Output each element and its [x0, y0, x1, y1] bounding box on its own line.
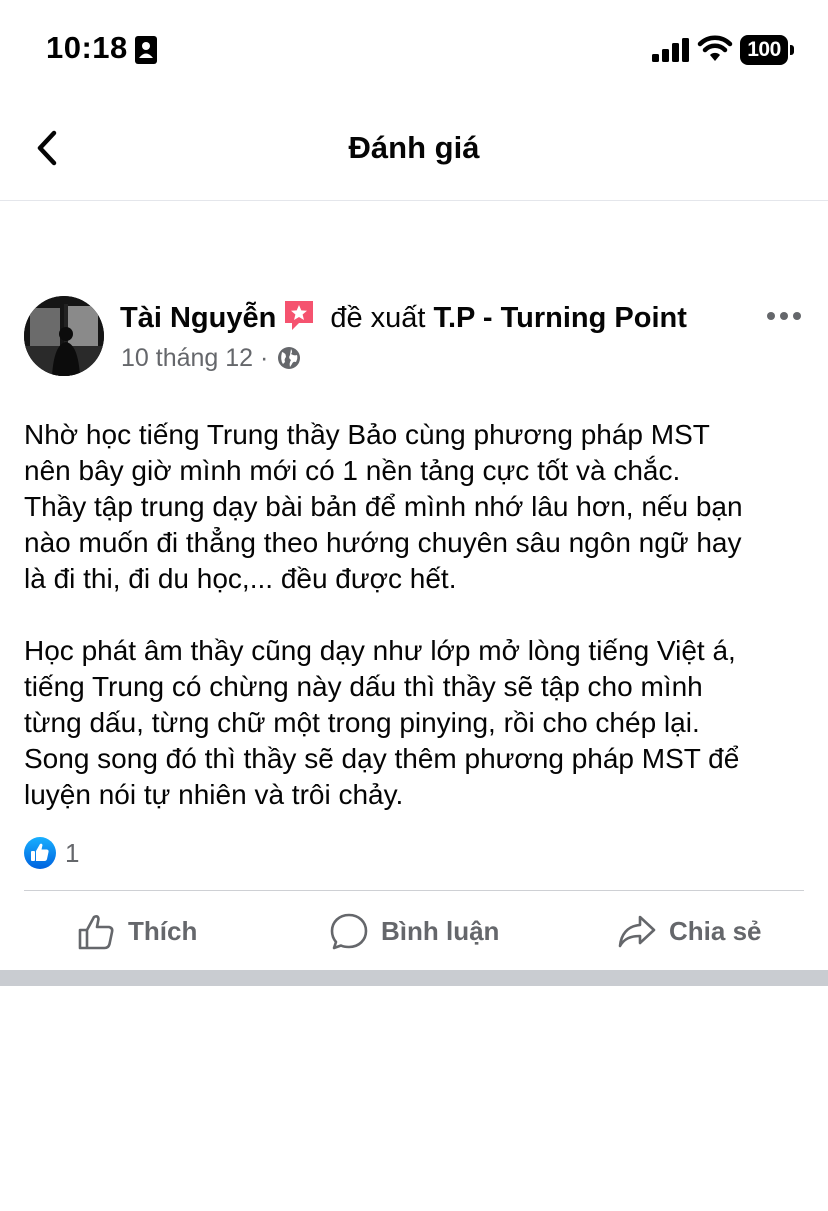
- battery-icon: 100: [740, 35, 796, 65]
- globe-icon: [278, 347, 301, 369]
- status-time: 10:18: [46, 30, 128, 65]
- post-paragraph: Học phát âm thầy cũng dạy như lớp mở lòn…: [24, 635, 740, 810]
- author-name[interactable]: Tài Nguyễn: [120, 302, 276, 334]
- avatar[interactable]: [24, 296, 104, 376]
- comment-button[interactable]: Bình luận: [329, 912, 509, 952]
- action-bar: Thích Bình luận Chia sẻ: [0, 892, 828, 970]
- like-label: Thích: [128, 916, 198, 946]
- comment-bubble-icon: [330, 913, 368, 950]
- signal-icon: [652, 38, 689, 62]
- share-button[interactable]: Chia sẻ: [617, 912, 777, 952]
- recommend-text: đề xuất: [330, 302, 426, 334]
- divider: [24, 890, 804, 891]
- post-meta: 10 tháng 12 ·: [121, 344, 301, 373]
- thumbs-up-icon: [78, 915, 114, 950]
- avatar-image: [24, 296, 104, 376]
- status-bar: 10:18 100: [0, 0, 828, 100]
- wifi-icon: [697, 35, 733, 61]
- comment-label: Bình luận: [381, 916, 500, 946]
- post-body: Nhờ học tiếng Trung thầy Bảo cùng phương…: [24, 417, 814, 813]
- battery-level: 100: [740, 35, 788, 65]
- post-paragraph: Nhờ học tiếng Trung thầy Bảo cùng phương…: [24, 419, 743, 594]
- page-title: Đánh giá: [348, 130, 480, 165]
- id-card-icon: [135, 36, 157, 64]
- section-separator: [0, 970, 828, 986]
- post-date[interactable]: 10 tháng 12: [121, 344, 253, 372]
- author-line: Tài Nguyễn đề xuất T.P - Turning Point: [120, 298, 687, 335]
- share-arrow-icon: [618, 915, 656, 948]
- share-label: Chia sẻ: [669, 916, 762, 946]
- more-horizontal-icon[interactable]: [766, 310, 802, 322]
- like-reaction-icon: [24, 837, 56, 869]
- like-button[interactable]: Thích: [76, 912, 216, 952]
- battery-cap: [790, 45, 794, 55]
- reaction-count: 1: [65, 838, 80, 868]
- meta-separator: ·: [260, 344, 269, 372]
- nav-header: Đánh giá: [0, 100, 828, 201]
- star-badge-icon: [285, 301, 314, 330]
- page-name[interactable]: T.P - Turning Point: [433, 302, 686, 334]
